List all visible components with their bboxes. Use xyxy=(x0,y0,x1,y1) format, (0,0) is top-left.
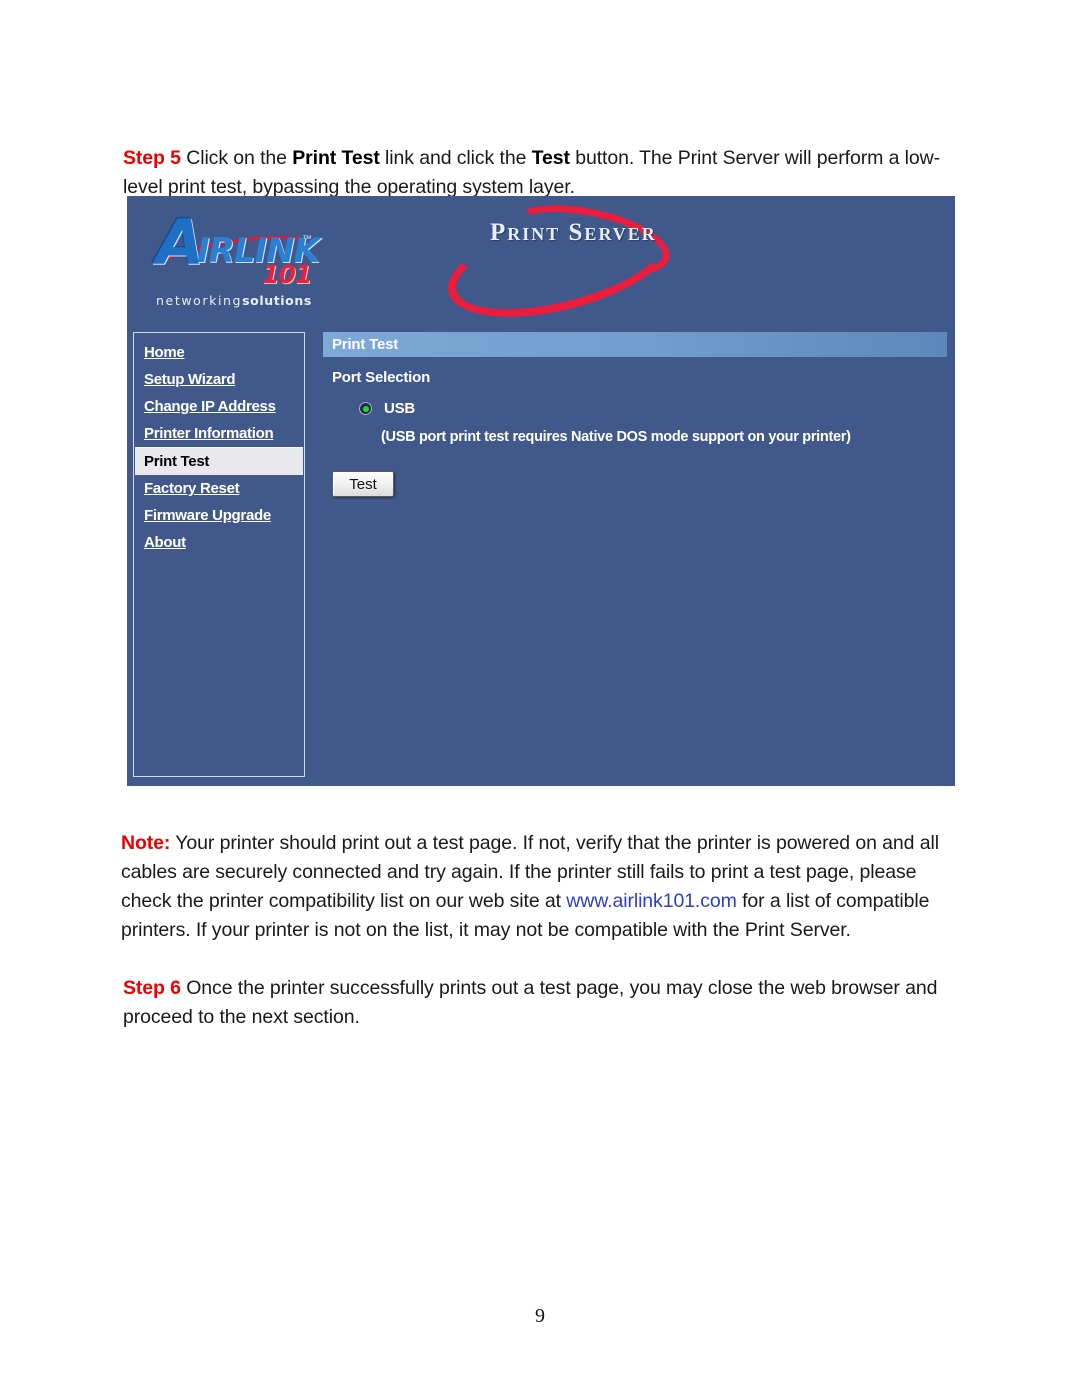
product-mark-text: Print Server xyxy=(490,219,657,246)
step5-text-2: link and click the xyxy=(379,146,532,169)
sidebar-item-printer-information[interactable]: Printer Information xyxy=(134,420,304,447)
step5-paragraph: Step 5 Click on the Print Test link and … xyxy=(123,144,968,202)
radio-selected-dot-icon xyxy=(362,405,369,412)
usb-requirement-hint: (USB port print test requires Native DOS… xyxy=(381,429,851,445)
usb-radio-button[interactable] xyxy=(359,402,372,415)
logo-letter-a: A xyxy=(156,206,204,279)
logo-trademark-icon: ™ xyxy=(302,234,312,245)
step5-bold-test: Test xyxy=(531,146,570,169)
sidebar-item-print-test[interactable]: Print Test xyxy=(135,447,303,475)
port-selection-label: Port Selection xyxy=(332,369,431,386)
logo-tagline: networkingsolutions xyxy=(156,293,312,308)
airlink101-logo: A IRLINK ™ 101 networkingsolutions xyxy=(150,210,400,310)
tagline-networking: networking xyxy=(156,293,243,308)
step5-label: Step 5 xyxy=(123,146,181,169)
sidebar-item-change-ip-address[interactable]: Change IP Address xyxy=(134,393,304,420)
note-label: Note: xyxy=(121,831,171,854)
step6-text: Once the printer successfully prints out… xyxy=(123,976,938,1028)
print-server-web-ui-screenshot: A IRLINK ™ 101 networkingsolutions Print… xyxy=(127,196,955,786)
page-number: 9 xyxy=(535,1305,545,1327)
test-button[interactable]: Test xyxy=(332,471,394,497)
step6-paragraph: Step 6 Once the printer successfully pri… xyxy=(123,974,968,1032)
print-server-product-mark: Print Server xyxy=(437,196,695,337)
step5-bold-print-test: Print Test xyxy=(292,146,380,169)
print-server-banner: A IRLINK ™ 101 networkingsolutions Print… xyxy=(127,196,955,337)
sidebar-item-firmware-upgrade[interactable]: Firmware Upgrade xyxy=(134,502,304,529)
note-paragraph: Note: Your printer should print out a te… xyxy=(121,829,971,945)
sidebar-item-factory-reset[interactable]: Factory Reset xyxy=(134,475,304,502)
main-content-pane: Print Test Port Selection USB (USB port … xyxy=(323,332,947,497)
sidebar-item-setup-wizard[interactable]: Setup Wizard xyxy=(134,366,304,393)
logo-number-101: 101 xyxy=(262,260,312,289)
airlink-website-link[interactable]: www.airlink101.com xyxy=(566,890,737,912)
tagline-solutions: solutions xyxy=(242,293,312,308)
step6-label: Step 6 xyxy=(123,976,181,999)
usb-port-option-row[interactable]: USB xyxy=(359,400,947,417)
sidebar-item-home[interactable]: Home xyxy=(134,339,304,366)
step5-text-1: Click on the xyxy=(180,146,293,169)
usb-option-label: USB xyxy=(384,400,416,417)
content-title-bar: Print Test xyxy=(323,332,947,357)
sidebar-navigation: Home Setup Wizard Change IP Address Prin… xyxy=(133,332,305,777)
sidebar-item-about[interactable]: About xyxy=(134,529,304,556)
